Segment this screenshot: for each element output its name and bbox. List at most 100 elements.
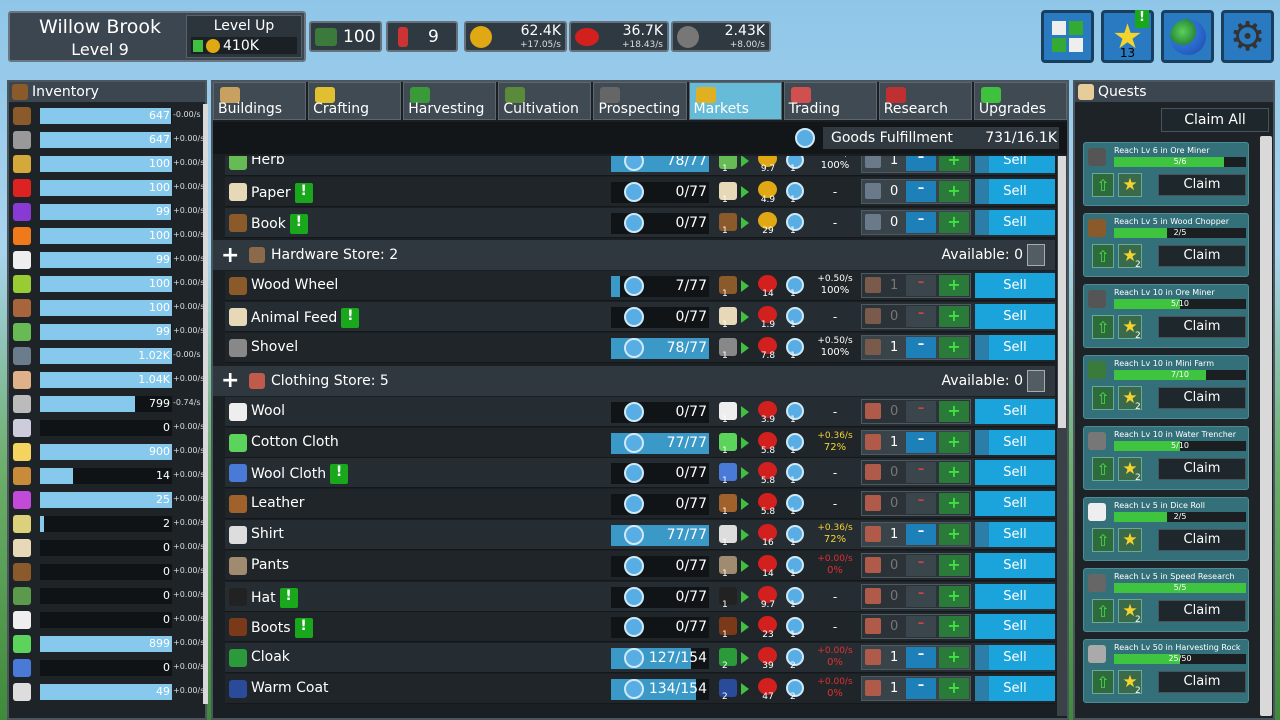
tab-buildings[interactable]: Buildings (213, 82, 307, 120)
add-worker-button[interactable]: + (939, 647, 969, 669)
add-worker-button[interactable]: + (939, 337, 969, 358)
add-worker-button[interactable]: + (939, 585, 969, 607)
inventory-row[interactable]: 100 +0.00/s (13, 176, 204, 200)
sell-button[interactable]: Sell (975, 583, 1055, 609)
inventory-row[interactable]: 1.02K -0.00/s (13, 344, 201, 368)
claim-button[interactable]: Claim (1158, 245, 1246, 267)
inventory-row[interactable]: 0 +0.00/s (13, 536, 204, 560)
sell-button[interactable]: Sell (975, 273, 1055, 299)
remove-worker-button[interactable]: – (906, 211, 936, 233)
inventory-row[interactable]: 0 +0.00/s (13, 608, 204, 632)
sell-button[interactable]: Sell (975, 522, 1055, 547)
sell-button[interactable]: Sell (975, 645, 1055, 671)
add-worker-button[interactable]: + (939, 400, 969, 422)
claim-button[interactable]: Claim (1158, 316, 1246, 338)
remove-worker-button[interactable]: – (906, 400, 936, 422)
quests-scrollbar[interactable] (1260, 136, 1272, 716)
inventory-row[interactable]: 0 +0.00/s (13, 416, 204, 440)
add-worker-button[interactable]: + (939, 493, 969, 515)
level-up-button[interactable]: Level Up 410K (186, 15, 302, 58)
world-button[interactable] (1161, 10, 1214, 63)
inventory-row[interactable]: 100 +0.00/s (13, 224, 204, 248)
tab-cultivation[interactable]: Cultivation (498, 82, 592, 120)
sell-button[interactable]: Sell (975, 676, 1055, 701)
pause-icon[interactable] (1027, 369, 1045, 392)
claim-button[interactable]: Claim (1158, 387, 1246, 409)
achievements-button[interactable]: ★ 13 ! (1101, 10, 1154, 63)
inventory-row[interactable]: 100 +0.00/s (13, 272, 204, 296)
store-category-header[interactable]: + Clothing Store: 5 Available: 0 (213, 365, 1055, 396)
inventory-row[interactable]: 647 +0.00/s (13, 128, 204, 152)
expand-icon[interactable]: + (221, 243, 241, 268)
add-worker-button[interactable]: + (939, 306, 969, 328)
market-scrollbar[interactable] (1057, 156, 1067, 716)
map-button[interactable] (1041, 10, 1094, 63)
inventory-row[interactable]: 647 -0.00/s (13, 104, 201, 128)
remove-worker-button[interactable]: – (906, 554, 936, 576)
inventory-row[interactable]: 799 -0.74/s (13, 392, 201, 416)
settings-button[interactable]: ⚙ (1221, 10, 1274, 63)
expand-icon[interactable]: + (221, 368, 241, 393)
remove-worker-button[interactable]: – (906, 493, 936, 515)
tab-crafting[interactable]: Crafting (308, 82, 402, 120)
sell-button[interactable]: Sell (975, 614, 1055, 640)
scroll-thumb[interactable] (1058, 156, 1066, 428)
add-worker-button[interactable]: + (939, 616, 969, 638)
inventory-row[interactable]: 100 +0.00/s (13, 152, 204, 176)
sell-button[interactable]: Sell (975, 178, 1055, 204)
remove-worker-button[interactable]: – (906, 678, 936, 699)
inventory-row[interactable]: 899 +0.00/s (13, 632, 204, 656)
inventory-row[interactable]: 2 +0.00/s (13, 512, 204, 536)
inventory-row[interactable]: 99 +0.00/s (13, 248, 204, 272)
tab-research[interactable]: Research (878, 82, 972, 120)
inventory-row[interactable]: 25 +0.00/s (13, 488, 204, 512)
inventory-row[interactable]: 99 +0.00/s (13, 200, 204, 224)
tab-prospecting[interactable]: Prospecting (593, 82, 687, 120)
remove-worker-button[interactable]: – (906, 524, 936, 545)
remove-worker-button[interactable]: – (906, 180, 936, 202)
remove-worker-button[interactable]: – (906, 337, 936, 358)
remove-worker-button[interactable]: – (906, 431, 936, 453)
claim-button[interactable]: Claim (1158, 458, 1246, 480)
inventory-row[interactable]: 99 +0.00/s (13, 320, 204, 344)
store-category-header[interactable]: + Hardware Store: 2 Available: 0 (213, 240, 1055, 271)
claim-button[interactable]: Claim (1158, 174, 1246, 196)
claim-all-button[interactable]: Claim All (1161, 108, 1269, 132)
sell-button[interactable]: Sell (975, 304, 1055, 330)
add-worker-button[interactable]: + (939, 524, 969, 545)
remove-worker-button[interactable]: – (906, 462, 936, 484)
sell-button[interactable]: Sell (975, 429, 1055, 455)
sell-button[interactable]: Sell (975, 552, 1055, 578)
add-worker-button[interactable]: + (939, 554, 969, 576)
add-worker-button[interactable]: + (939, 180, 969, 202)
remove-worker-button[interactable]: – (906, 306, 936, 328)
tab-harvesting[interactable]: Harvesting (403, 82, 497, 120)
tab-upgrades[interactable]: Upgrades (973, 82, 1067, 120)
sell-button[interactable]: Sell (975, 209, 1055, 235)
sell-button[interactable]: Sell (975, 156, 1055, 173)
claim-button[interactable]: Claim (1158, 671, 1246, 693)
inventory-row[interactable]: 900 +0.00/s (13, 440, 204, 464)
sell-button[interactable]: Sell (975, 335, 1055, 360)
pause-icon[interactable] (1027, 244, 1045, 267)
remove-worker-button[interactable]: – (906, 585, 936, 607)
add-worker-button[interactable]: + (939, 678, 969, 699)
inventory-row[interactable]: 14 +0.00/s (13, 464, 204, 488)
inventory-row[interactable]: 49 +0.00/s (13, 680, 204, 704)
inventory-row[interactable]: 100 +0.00/s (13, 296, 204, 320)
claim-button[interactable]: Claim (1158, 529, 1246, 551)
sell-button[interactable]: Sell (975, 460, 1055, 486)
add-worker-button[interactable]: + (939, 462, 969, 484)
remove-worker-button[interactable]: – (906, 647, 936, 669)
sell-button[interactable]: Sell (975, 398, 1055, 424)
inventory-row[interactable]: 0 +0.00/s (13, 656, 204, 680)
inventory-row[interactable]: 0 +0.00/s (13, 560, 204, 584)
claim-button[interactable]: Claim (1158, 600, 1246, 622)
inventory-row[interactable]: 1.04K +0.00/s (13, 368, 204, 392)
tab-markets[interactable]: Markets (688, 82, 782, 120)
remove-worker-button[interactable]: – (906, 616, 936, 638)
remove-worker-button[interactable]: – (906, 156, 936, 171)
add-worker-button[interactable]: + (939, 431, 969, 453)
inventory-row[interactable]: 0 +0.00/s (13, 584, 204, 608)
tab-trading[interactable]: Trading (783, 82, 877, 120)
